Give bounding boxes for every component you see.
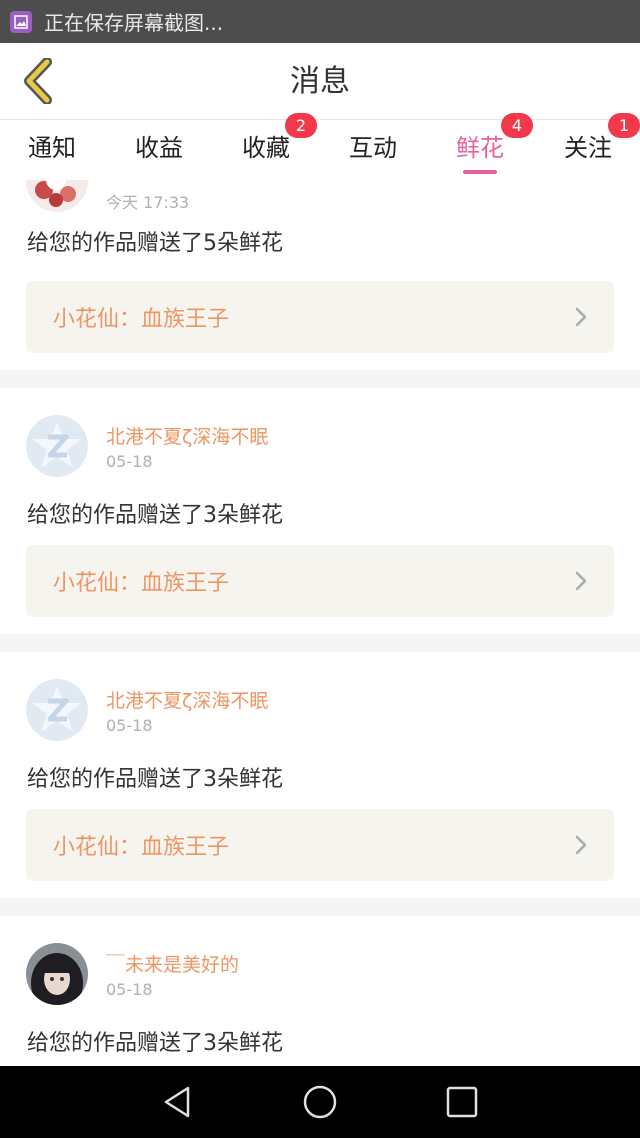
flower-message-card[interactable]: 北港不夏ζ深海不眠 05-18 给您的作品赠送了3朵鲜花 小花仙：血族王子: [0, 388, 640, 634]
sender-name[interactable]: 北港不夏ζ深海不眠: [106, 422, 268, 449]
message-text: 给您的作品赠送了3朵鲜花: [27, 767, 283, 792]
tab-label: 关注: [564, 134, 612, 162]
work-title: 小花仙：血族王子: [53, 835, 230, 860]
tab-label: 通知: [28, 134, 76, 162]
default-z-avatar[interactable]: [26, 679, 88, 741]
work-link[interactable]: 小花仙：血族王子: [26, 545, 614, 617]
back-button[interactable]: [14, 57, 62, 105]
unread-badge: 2: [285, 113, 317, 138]
sender-name[interactable]: 北港不夏ζ深海不眠: [106, 686, 268, 713]
message-text: 给您的作品赠送了3朵鲜花: [27, 1031, 283, 1056]
unread-badge: 4: [501, 113, 533, 138]
tab-follows[interactable]: 关注 1: [546, 113, 640, 180]
work-title: 小花仙：血族王子: [53, 307, 230, 332]
girl-photo-avatar[interactable]: [26, 943, 88, 1005]
chevron-right-icon: [575, 571, 587, 591]
flower-message-card[interactable]: ￣未来是美好的 05-18 给您的作品赠送了3朵鲜花: [0, 916, 640, 1066]
default-z-avatar[interactable]: [26, 415, 88, 477]
back-arrow-icon: [24, 58, 52, 104]
title-bar: 消息: [0, 43, 640, 120]
message-time: 05-18: [106, 452, 153, 471]
floral-avatar[interactable]: [26, 180, 88, 212]
tab-label: 收益: [135, 134, 183, 162]
tab-favorites[interactable]: 收藏 2: [224, 113, 317, 180]
work-link[interactable]: 小花仙：血族王子: [26, 281, 614, 353]
tab-flowers[interactable]: 鲜花 4: [438, 113, 533, 180]
flower-feed[interactable]: 今天 17:33 给您的作品赠送了5朵鲜花 小花仙：血族王子 北港不夏ζ深海不眠…: [0, 180, 640, 1066]
tab-earnings[interactable]: 收益: [117, 120, 201, 180]
status-bar: 正在保存屏幕截图...: [0, 0, 640, 43]
system-navigation-bar: [0, 1066, 640, 1138]
chevron-right-icon: [575, 307, 587, 327]
sender-name[interactable]: ￣未来是美好的: [106, 950, 239, 977]
message-text: 给您的作品赠送了3朵鲜花: [27, 503, 283, 528]
tab-interactions[interactable]: 互动: [331, 120, 415, 180]
unread-badge: 1: [608, 113, 640, 138]
message-text: 给您的作品赠送了5朵鲜花: [27, 231, 283, 256]
work-title: 小花仙：血族王子: [53, 571, 230, 596]
tab-notifications[interactable]: 通知: [10, 120, 94, 180]
message-time: 05-18: [106, 980, 153, 999]
message-time: 今天 17:33: [106, 193, 190, 212]
message-time: 05-18: [106, 716, 153, 735]
status-text: 正在保存屏幕截图...: [44, 11, 224, 35]
flower-message-card[interactable]: 今天 17:33 给您的作品赠送了5朵鲜花 小花仙：血族王子: [0, 180, 640, 370]
tab-label: 互动: [349, 134, 397, 162]
tab-label: 鲜花: [456, 134, 504, 162]
tab-label: 收藏: [242, 134, 290, 162]
nav-recents-icon[interactable]: [444, 1084, 480, 1120]
work-link[interactable]: 小花仙：血族王子: [26, 809, 614, 881]
flower-message-card[interactable]: 北港不夏ζ深海不眠 05-18 给您的作品赠送了3朵鲜花 小花仙：血族王子: [0, 652, 640, 898]
chevron-right-icon: [575, 835, 587, 855]
nav-home-icon[interactable]: [302, 1084, 338, 1120]
nav-back-icon[interactable]: [160, 1084, 196, 1120]
tab-bar: 通知 收益 收藏 2 互动 鲜花 4 关注 1: [0, 113, 640, 180]
page-title: 消息: [290, 64, 350, 99]
gallery-icon: [10, 10, 32, 33]
active-tab-indicator: [463, 170, 497, 174]
